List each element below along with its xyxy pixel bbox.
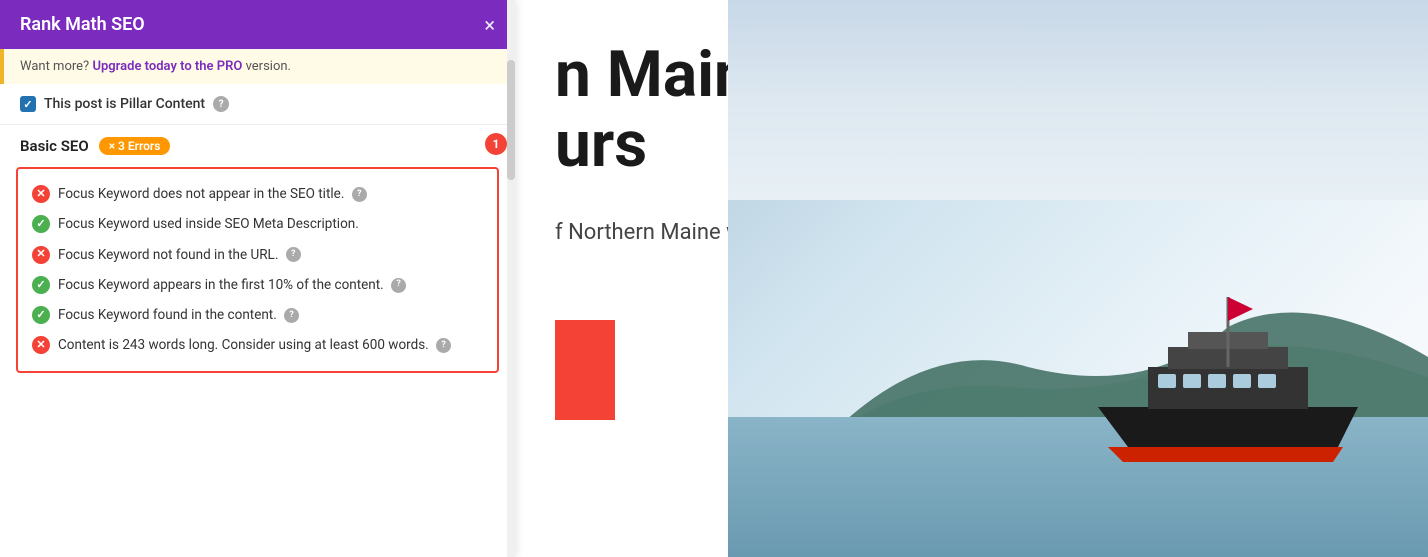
- checklist-item-2-text: Focus Keyword used inside SEO Meta Descr…: [58, 214, 483, 234]
- success-icon-5: ✓: [32, 306, 50, 324]
- checklist-item-5: ✓ Focus Keyword found in the content. ?: [32, 300, 483, 330]
- checklist-item-3-text: Focus Keyword not found in the URL. ?: [58, 245, 483, 265]
- error-icon-3: ✕: [32, 246, 50, 264]
- checklist-item-5-text: Focus Keyword found in the content. ?: [58, 305, 483, 325]
- help-icon-5[interactable]: ?: [284, 308, 299, 323]
- upgrade-text-after: version.: [246, 59, 291, 74]
- success-icon-2: ✓: [32, 215, 50, 233]
- rank-math-panel: Rank Math SEO × Want more? Upgrade today…: [0, 0, 515, 557]
- scroll-thumb[interactable]: [507, 60, 515, 180]
- help-icon-6[interactable]: ?: [436, 338, 451, 353]
- notification-dot: 1: [485, 133, 507, 155]
- error-icon-6: ✕: [32, 336, 50, 354]
- error-icon-1: ✕: [32, 185, 50, 203]
- checklist-item-1-text: Focus Keyword does not appear in the SEO…: [58, 184, 483, 204]
- sky-clouds: [728, 0, 1428, 200]
- boat-svg: [1068, 277, 1388, 477]
- help-icon-1[interactable]: ?: [352, 187, 367, 202]
- errors-badge: × 3 Errors: [99, 137, 171, 155]
- upgrade-link[interactable]: Upgrade today to the PRO: [92, 59, 242, 74]
- close-button[interactable]: ×: [484, 15, 495, 35]
- pillar-help-icon[interactable]: ?: [213, 96, 229, 112]
- pillar-checkbox[interactable]: [20, 96, 36, 112]
- basic-seo-header: Basic SEO × 3 Errors 1: [0, 125, 515, 163]
- checklist-item-4-text: Focus Keyword appears in the first 10% o…: [58, 275, 483, 295]
- help-icon-4[interactable]: ?: [391, 278, 406, 293]
- panel-header: Rank Math SEO ×: [0, 0, 515, 49]
- panel-title: Rank Math SEO: [20, 14, 145, 35]
- pillar-content-row: This post is Pillar Content ?: [0, 84, 515, 125]
- basic-seo-title: Basic SEO: [20, 137, 89, 155]
- upgrade-text-before: Want more?: [20, 59, 89, 74]
- red-accent-box: [555, 320, 615, 420]
- checklist-item-3: ✕ Focus Keyword not found in the URL. ?: [32, 240, 483, 270]
- content-area: n Maine urs f Northern Maine with Seagat…: [515, 0, 1428, 557]
- checklist-item-2: ✓ Focus Keyword used inside SEO Meta Des…: [32, 209, 483, 239]
- help-icon-3[interactable]: ?: [286, 247, 301, 262]
- checklist-item-1: ✕ Focus Keyword does not appear in the S…: [32, 179, 483, 209]
- pillar-label: This post is Pillar Content: [44, 96, 205, 112]
- success-icon-4: ✓: [32, 276, 50, 294]
- checklist-item-6-text: Content is 243 words long. Consider usin…: [58, 335, 483, 355]
- upgrade-banner: Want more? Upgrade today to the PRO vers…: [0, 49, 515, 84]
- checklist-item-6: ✕ Content is 243 words long. Consider us…: [32, 330, 483, 360]
- seo-checklist: ✕ Focus Keyword does not appear in the S…: [16, 167, 499, 373]
- errors-badge-label: × 3 Errors: [109, 139, 161, 153]
- scrollbar[interactable]: [507, 0, 515, 557]
- checklist-item-4: ✓ Focus Keyword appears in the first 10%…: [32, 270, 483, 300]
- boat-image-area: [728, 0, 1428, 557]
